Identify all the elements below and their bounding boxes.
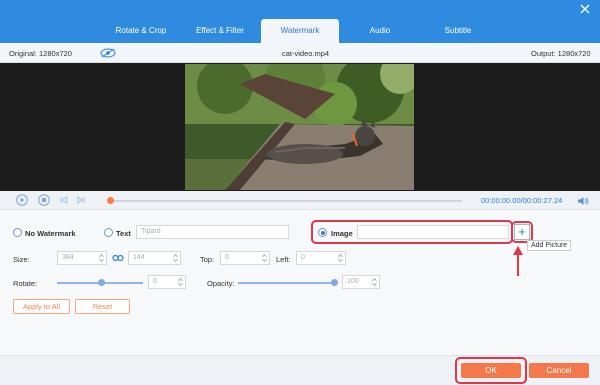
- opacity-input[interactable]: 100: [342, 275, 380, 289]
- link-aspect-icon[interactable]: [112, 253, 124, 263]
- tab-bar: Rotate & Crop Effect & Filter Watermark …: [0, 0, 600, 43]
- rotate-slider-knob[interactable]: [98, 279, 105, 286]
- no-watermark-radio[interactable]: [13, 228, 22, 237]
- apply-to-all-button[interactable]: Apply to All: [13, 299, 70, 314]
- text-radio[interactable]: [104, 228, 113, 237]
- previous-frame-icon[interactable]: [58, 194, 70, 206]
- volume-icon[interactable]: [577, 196, 589, 206]
- video-filename: cat-video.mp4: [282, 49, 330, 58]
- time-display: 00:00:00.00/00:00:27.24: [481, 196, 563, 205]
- reset-button[interactable]: Reset: [75, 299, 130, 314]
- image-highlight-box: [311, 220, 513, 244]
- left-value: 0: [301, 254, 305, 261]
- no-watermark-label: No Watermark: [25, 229, 76, 238]
- left-spinner-icon[interactable]: [338, 253, 343, 263]
- size-label: Size:: [13, 255, 30, 264]
- close-icon[interactable]: [578, 2, 592, 16]
- left-input[interactable]: 0: [296, 251, 346, 265]
- watermark-editor-window: Rotate & Crop Effect & Filter Watermark …: [0, 0, 600, 385]
- opacity-label: Opacity:: [207, 279, 235, 288]
- rotate-label: Rotate:: [13, 279, 38, 288]
- video-frame-image: [185, 64, 414, 190]
- cancel-button[interactable]: Cancel: [529, 363, 589, 378]
- stop-icon[interactable]: [38, 194, 50, 206]
- width-spinner-icon[interactable]: [99, 253, 104, 263]
- tab-subtitle[interactable]: Subtitle: [421, 19, 495, 43]
- rotate-input[interactable]: 0: [148, 275, 186, 289]
- info-bar: Original: 1280x720 cat-video.mp4 Output:…: [0, 43, 600, 63]
- top-spinner-icon[interactable]: [262, 253, 267, 263]
- hide-eye-icon[interactable]: [100, 48, 116, 58]
- height-value: 144: [133, 254, 145, 261]
- opacity-spinner-icon[interactable]: [372, 277, 377, 287]
- tab-effect-filter[interactable]: Effect & Filter: [183, 19, 257, 43]
- play-icon[interactable]: [16, 194, 28, 206]
- width-input[interactable]: 384: [57, 251, 107, 265]
- output-resolution: Output: 1280x720: [531, 49, 591, 58]
- top-input[interactable]: 0: [220, 251, 270, 265]
- width-value: 384: [62, 254, 74, 261]
- add-picture-tooltip: Add Picture: [527, 240, 572, 251]
- timeline-knob[interactable]: [107, 197, 114, 204]
- footer-bar: OK Cancel: [0, 355, 600, 385]
- height-input[interactable]: 144: [128, 251, 181, 265]
- opacity-value: 100: [347, 278, 359, 285]
- top-value: 0: [225, 254, 229, 261]
- next-frame-icon[interactable]: [75, 194, 87, 206]
- rotate-spinner-icon[interactable]: [178, 277, 183, 287]
- pointer-arrow-annotation: [513, 246, 523, 276]
- ok-highlight-box: [455, 357, 527, 384]
- top-label: Top:: [200, 255, 215, 264]
- tab-watermark[interactable]: Watermark: [261, 19, 339, 43]
- rotate-value: 0: [153, 278, 157, 285]
- height-spinner-icon[interactable]: [173, 253, 178, 263]
- watermark-controls: No Watermark Text Tipard Image + Size: 3…: [0, 210, 600, 355]
- text-input[interactable]: Tipard: [136, 225, 289, 239]
- original-resolution: Original: 1280x720: [9, 49, 72, 58]
- player-bar: 00:00:00.00/00:00:27.24: [0, 191, 600, 210]
- left-label: Left:: [276, 255, 291, 264]
- tab-rotate-crop[interactable]: Rotate & Crop: [104, 19, 178, 43]
- opacity-slider[interactable]: [238, 279, 338, 286]
- tab-audio[interactable]: Audio: [343, 19, 417, 43]
- rotate-slider[interactable]: [57, 279, 143, 286]
- video-preview: [0, 63, 600, 191]
- text-label: Text: [116, 229, 131, 238]
- opacity-slider-knob[interactable]: [331, 279, 338, 286]
- timeline-slider[interactable]: [107, 197, 462, 204]
